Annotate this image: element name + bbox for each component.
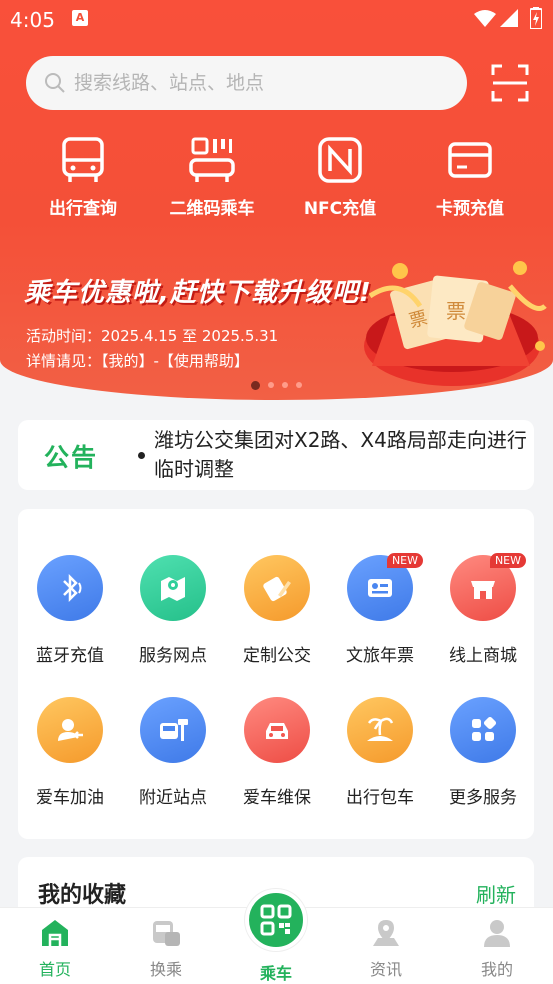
banner-date: 活动时间：2025.4.15 至 2025.5.31: [26, 327, 279, 345]
service-label: 爱车维保: [243, 788, 311, 808]
banner-help: 详情请见：【我的】-【使用帮助】: [26, 352, 249, 370]
fuel-icon: [37, 697, 103, 763]
gift-box-illustration: 票 票: [364, 261, 547, 386]
ticket-icon: NEW: [347, 553, 423, 621]
bus-stop-icon: [140, 697, 206, 763]
shop-icon: NEW: [450, 553, 526, 621]
tab-ride-label[interactable]: 乘车: [236, 960, 316, 984]
notification-icon: A: [72, 10, 88, 26]
bluetooth-icon: [37, 555, 103, 621]
scan-icon[interactable]: [490, 63, 530, 103]
services-grid: 蓝牙充值 服务网点 定制公交 NEW 文旅年票 NEW 线上商城 爱车加油 附近…: [18, 509, 534, 839]
quick-label: 出行查询: [49, 199, 117, 219]
service-more[interactable]: 更多服务: [431, 697, 535, 808]
quick-card-prerecharge[interactable]: 卡预充值: [415, 136, 525, 219]
quick-label: NFC充值: [303, 199, 377, 219]
favorites-title: 我的收藏: [38, 883, 127, 908]
service-label: 文旅年票: [346, 646, 414, 666]
service-label: 蓝牙充值: [36, 646, 104, 666]
map-pin-icon: [140, 555, 206, 621]
quick-nfc-recharge[interactable]: NFC充值: [285, 136, 395, 219]
notice-text[interactable]: 潍坊公交集团对X2路、X4路局部走向进行临时调整: [154, 426, 530, 484]
tab-home[interactable]: 首页: [15, 918, 95, 980]
wifi-icon: [474, 10, 496, 27]
pager-dot[interactable]: [296, 382, 302, 388]
service-label: 定制公交: [243, 646, 311, 666]
signal-icon: [500, 9, 518, 27]
bus-icon: [62, 137, 104, 182]
tab-label: 资讯: [369, 960, 402, 979]
quick-qr-ride[interactable]: 二维码乘车: [157, 136, 267, 219]
tab-ride-button[interactable]: [245, 889, 307, 951]
news-icon: [373, 920, 399, 946]
tab-transfer[interactable]: 换乘: [126, 918, 206, 980]
service-charter[interactable]: 出行包车: [328, 697, 432, 808]
tab-label: 我的: [480, 960, 513, 979]
status-time: 4:05: [10, 8, 55, 32]
qr-code-icon: [260, 904, 292, 936]
island-icon: [347, 697, 413, 763]
service-label: 线上商城: [449, 646, 517, 666]
service-label: 附近站点: [139, 788, 207, 808]
service-service-points[interactable]: 服务网点: [121, 555, 225, 666]
transfer-icon: [153, 921, 180, 946]
quick-bus-query[interactable]: 出行查询: [28, 136, 138, 219]
service-tourism-pass[interactable]: NEW 文旅年票: [328, 553, 432, 666]
search-bar[interactable]: [26, 56, 467, 110]
car-icon: [244, 697, 310, 763]
bullet-dot: [138, 452, 145, 459]
quick-label: 二维码乘车: [169, 199, 255, 219]
banner-pager[interactable]: [0, 381, 553, 390]
tab-profile[interactable]: 我的: [457, 918, 537, 980]
pager-dot[interactable]: [251, 381, 260, 390]
search-icon: [45, 73, 65, 93]
pager-dot[interactable]: [282, 382, 288, 388]
pencil-icon: [244, 555, 310, 621]
service-label: 更多服务: [449, 788, 517, 808]
service-online-mall[interactable]: NEW 线上商城: [431, 553, 535, 666]
banner-title[interactable]: 乘车优惠啦,赶快下载升级吧!: [24, 272, 372, 309]
service-bluetooth-recharge[interactable]: 蓝牙充值: [18, 555, 122, 666]
tab-news[interactable]: 资讯: [346, 918, 426, 980]
service-label: 服务网点: [139, 646, 207, 666]
service-label: 出行包车: [346, 788, 414, 808]
service-label: 爱车加油: [36, 788, 104, 808]
battery-icon: [530, 7, 542, 29]
new-badge: NEW: [386, 553, 423, 568]
home-icon: [42, 920, 68, 946]
hero-header: 4:05 A 出行查询 二维码乘车 NFC充值 卡预充值 乘车优惠啦,赶快下载升…: [0, 0, 553, 400]
card-icon: [448, 142, 492, 178]
service-nearby-stops[interactable]: 附近站点: [121, 697, 225, 808]
status-bar: 4:05 A: [0, 0, 553, 38]
refresh-button[interactable]: 刷新: [476, 879, 516, 908]
notice-tag: 公告: [44, 443, 99, 472]
grid-icon: [450, 697, 516, 763]
pager-dot[interactable]: [268, 382, 274, 388]
new-badge: NEW: [489, 553, 526, 568]
profile-icon: [484, 920, 510, 947]
qr-bus-icon: [189, 137, 235, 182]
ticket-text: 票: [446, 299, 466, 323]
notice-card[interactable]: 公告 潍坊公交集团对X2路、X4路局部走向进行临时调整: [18, 420, 534, 490]
service-custom-bus[interactable]: 定制公交: [225, 555, 329, 666]
tab-label: 换乘: [149, 960, 182, 979]
search-input[interactable]: [74, 72, 434, 94]
nfc-icon: [318, 137, 362, 183]
tab-label: 首页: [38, 960, 71, 979]
quick-label: 卡预充值: [436, 199, 504, 219]
service-car-maintenance[interactable]: 爱车维保: [225, 697, 329, 808]
service-car-fuel[interactable]: 爱车加油: [18, 697, 122, 808]
